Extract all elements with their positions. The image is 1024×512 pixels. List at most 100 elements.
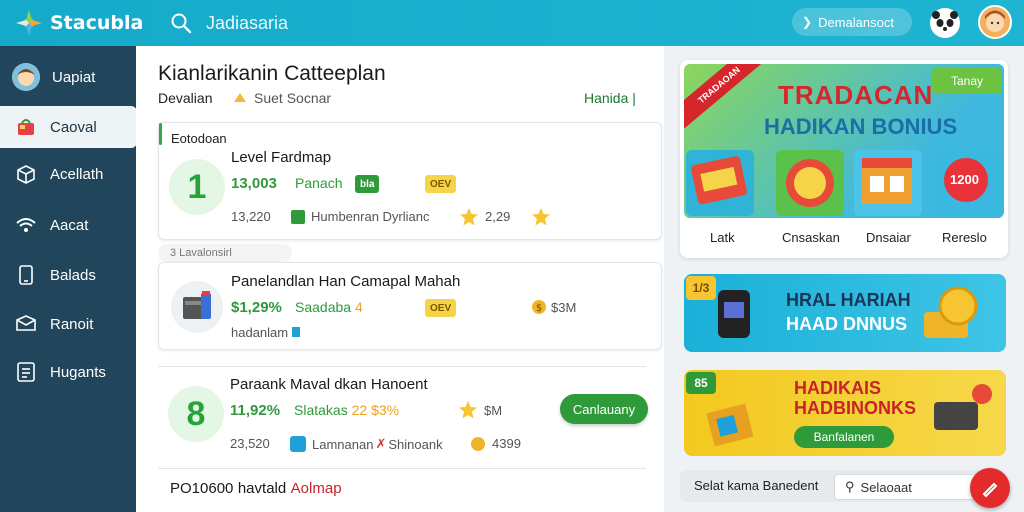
wallet-image [718,290,750,338]
card-tag-num: 22 [351,402,368,418]
filter-label[interactable]: Devalian [158,90,212,106]
card-coin-value: $M [484,403,503,418]
mail-icon [14,312,38,336]
device-icon [171,281,223,333]
box-icon [14,162,38,186]
sidebar-item-label: Acellath [50,165,104,183]
card-meta: Lamnanan ✗ Shinoank [290,436,443,452]
shop-image[interactable] [854,150,922,216]
promo-tile-label: Rereslo [942,230,987,245]
tag-badge: bla [355,175,380,193]
banner-cta-button[interactable]: Banfalanen [794,426,894,448]
price-tile[interactable]: 1200 [932,150,1004,216]
section-divider-label: 3 Lavalonsirl [158,244,292,262]
card-tag-num2: $3% [371,402,400,418]
top-dropdown-label: Demalansoct [818,14,894,30]
banner-title: HADIKAIS [794,378,882,398]
card-stat: hadanlam [231,325,300,340]
sort-label: Suet Socnar [254,90,332,106]
star-icon[interactable] [458,400,478,420]
promo-title: TRADACAN [778,80,934,110]
search-icon[interactable] [170,12,192,34]
primary-action-button[interactable]: Canlauany [560,394,648,424]
search-input[interactable]: Jadiasaria [206,13,288,34]
sidebar-item-phone[interactable]: Balads [0,254,136,296]
card-title-3: Aolmap [290,480,342,497]
bucket-image[interactable] [776,150,844,216]
sidebar-item-active[interactable]: Caoval [0,106,137,148]
list-card[interactable]: PO10600 havtald Aolmap [170,480,650,508]
sidebar-item-label: Uapiat [52,68,96,86]
bag-icon [14,115,38,139]
phone-icon [14,263,38,287]
svg-text:$: $ [536,303,542,314]
banner-title: HRAL HARIAH [786,290,911,310]
user-avatar[interactable] [978,5,1012,39]
sidebar-item-profile[interactable]: Uapiat [0,56,136,98]
list-card[interactable]: Eotodoan 1 Level Fardmap 13,003 Panach b… [158,122,662,240]
card-title[interactable]: Paraank Maval dkan Hanoent [230,376,428,393]
promo-banner-yellow[interactable]: 85 HADIKAIS HADBINONKS Banfalanen [684,370,1006,456]
promo-tab[interactable]: Tanay [932,68,1002,94]
search-field[interactable]: ⚲ Selaoaat [834,474,982,500]
sort-control[interactable]: Suet Socnar [232,90,331,106]
card-tag: Slatakas 22 $3% [294,402,399,418]
sidebar-item-box[interactable]: Acellath [0,153,136,195]
app-logo[interactable]: Stacubla [14,8,154,38]
banner-badge: 85 [686,372,716,394]
card-meta-text-2: Shinoank [388,436,443,452]
star-icon[interactable] [531,207,551,227]
status-badge: OEV [425,299,457,317]
card-tag-text: Slatakas [294,402,348,418]
sidebar-item-list[interactable]: Hugants [0,351,136,393]
card-title: PO10600 [170,480,234,497]
view-toggle[interactable]: Hanida | [584,90,636,106]
snack-pack-image[interactable] [686,150,754,216]
chevron-right-icon: ❯ [802,15,813,29]
promo-tile-label: Latk [710,230,735,245]
card-title[interactable]: Panelandlan Han Camapal Mahah [231,273,460,290]
divider [158,366,646,367]
main-panel: Kianlarikanin Catteeplan Devalian Suet S… [136,46,664,512]
panda-icon[interactable] [930,8,960,38]
sort-icon [232,90,248,106]
card-price: 13,003 [231,175,277,192]
top-dropdown[interactable]: ❯ Demalansoct [792,8,912,36]
card-accent [159,123,162,145]
card-amount: 4399 [492,436,521,451]
card-rating: 2,29 [485,209,511,224]
gift-box-image [706,403,754,447]
card-stat: 13,220 [231,209,271,224]
card-price: 11,92% [230,402,281,419]
promo-tile-label: Cnsaskan [782,230,840,245]
promo-card[interactable]: TRADAOAN Tanay TRADACAN HADIKAN BONIUS 1… [680,60,1008,258]
floating-action-button[interactable] [970,468,1010,508]
sidebar-item-label: Caoval [50,118,97,136]
list-icon [14,360,38,384]
sidebar-item-label: Aacat [50,216,89,234]
card-stat-text: hadanlam [231,325,289,340]
card-price: $1,29% [231,299,282,316]
sidebar-item-label: Hugants [50,363,106,381]
bonus-banner[interactable]: 1/3 HRAL HARIAH HAAD DNNUS [684,274,1006,352]
grid-icon [291,209,305,224]
sidebar-item-label: Balads [50,266,96,284]
star-icon[interactable] [459,207,479,227]
list-card[interactable]: Panelandlan Han Camapal Mahah $1,29% Saa… [158,262,662,350]
banner-subtitle: HADBINONKS [794,398,917,418]
app-icon [290,436,306,452]
card-title[interactable]: Level Fardmap [231,149,331,166]
card-tag-text: Saadaba [295,299,352,315]
card-tag: Saadaba 4 [295,299,363,315]
card-meta-text: Lamnanan [312,436,374,452]
card-tag: Panach [295,175,343,191]
sidebar-item-mail[interactable]: Ranoit [0,303,136,345]
search-field-text: Selaoaat [860,479,912,495]
divider [158,468,646,469]
sidebar-item-wifi[interactable]: Aacat [0,204,136,246]
right-panel: TRADAOAN Tanay TRADACAN HADIKAN BONIUS 1… [664,46,1024,512]
top-bar: Stacubla Jadiasaria ❯ Demalansoct [0,0,1024,46]
device-image [934,384,992,430]
rank-badge: 1 [169,159,225,215]
coin-icon: $ [532,300,546,314]
